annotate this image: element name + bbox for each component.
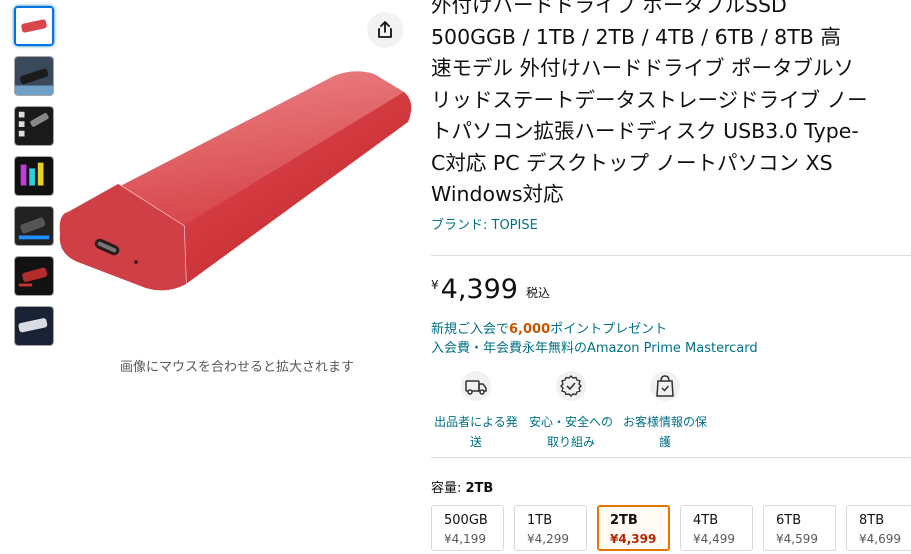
promo-suffix: ポイントプレゼント [550, 322, 668, 337]
lock-bag-icon [649, 370, 681, 402]
badge-label: 出品者による発 [434, 415, 518, 429]
currency-symbol: ¥ [431, 278, 439, 292]
share-button[interactable] [367, 12, 403, 48]
thumbnail-6[interactable] [14, 256, 54, 296]
title-line: リッドステートデータストレージドライブ ノー [431, 87, 868, 112]
thumbnail-2[interactable] [14, 56, 54, 96]
option-name: 8TB [859, 513, 885, 528]
title-line: 外付けハードドライブ ポータブルSSD [431, 0, 787, 17]
thumbnail-7[interactable] [14, 306, 54, 346]
share-icon [378, 21, 392, 38]
thumbnail-3[interactable] [14, 106, 54, 146]
title-line: 500GGB / 1TB / 2TB / 4TB / 6TB / 8TB 高 [431, 24, 841, 49]
capacity-label: 容量: 2TB [431, 477, 493, 496]
option-name: 2TB [610, 513, 638, 528]
badge-label: お客様情報の保 [622, 415, 707, 429]
option-price: ¥4,299 [527, 532, 569, 546]
capacity-option-500gb[interactable]: 500GB ¥4,199 [431, 505, 504, 551]
tax-label: 税込 [525, 286, 550, 300]
price-amount: 4,399 [440, 274, 518, 305]
title-line: 速モデル 外付けハードドライブ ポータブルソ [431, 56, 855, 80]
promo-prefix: 新規ご入会で [431, 322, 510, 337]
divider [431, 255, 911, 256]
title-line: トパソコン拡張ハードディスク USB3.0 Type- [431, 119, 859, 143]
capacity-option-4tb[interactable]: 4TB ¥4,499 [680, 505, 753, 551]
capacity-option-2tb[interactable]: 2TB ¥4,399 [597, 505, 670, 551]
capacity-label-text: 容量: [431, 481, 466, 496]
badge-label: 取り組み [546, 435, 595, 449]
main-product-image[interactable] [56, 62, 418, 302]
option-name: 1TB [527, 513, 553, 528]
badge-label: 護 [658, 435, 671, 449]
option-name: 4TB [693, 513, 719, 528]
option-price: ¥4,599 [776, 532, 818, 546]
promo-points: 6,000 [509, 322, 551, 337]
thumbnail-4[interactable] [14, 156, 54, 196]
badge-seller-ships[interactable]: 出品者による発送 [431, 370, 521, 452]
option-price: ¥4,499 [693, 532, 735, 546]
promo-line-2[interactable]: 入会費・年会費永年無料のAmazon Prime Mastercard [431, 339, 758, 358]
badge-label: 送 [469, 435, 482, 449]
capacity-option-8tb[interactable]: 8TB ¥4,699 [846, 505, 911, 551]
badge-privacy[interactable]: お客様情報の保護 [620, 370, 710, 452]
option-name: 6TB [776, 513, 802, 528]
shield-check-icon [555, 370, 587, 402]
price-block: ¥ 4,399 税込 [431, 270, 550, 310]
divider [431, 457, 911, 458]
promo-block[interactable]: 新規ご入会で6,000ポイントプレゼント 入会費・年会費永年無料のAmazon … [431, 320, 758, 358]
option-price: ¥4,699 [859, 532, 901, 546]
title-line: Windows対応 [431, 182, 564, 206]
option-price: ¥4,399 [610, 532, 657, 546]
capacity-option-6tb[interactable]: 6TB ¥4,599 [763, 505, 836, 551]
product-title: 外付けハードドライブ ポータブルSSD 500GGB / 1TB / 2TB /… [431, 0, 911, 211]
thumbnail-5[interactable] [14, 206, 54, 246]
badge-safety[interactable]: 安心・安全への 取り組み [526, 370, 616, 452]
capacity-option-1tb[interactable]: 1TB ¥4,299 [514, 505, 587, 551]
badge-label: 安心・安全への [528, 415, 613, 429]
truck-icon [460, 370, 492, 402]
capacity-selected-value: 2TB [465, 481, 494, 496]
option-price: ¥4,199 [444, 532, 486, 546]
option-name: 500GB [444, 513, 488, 528]
promo-line-1[interactable]: 新規ご入会で6,000ポイントプレゼント [431, 320, 758, 339]
title-line: C対応 PC デスクトップ ノートパソコン XS [431, 150, 833, 175]
brand-link[interactable]: ブランド: TOPISE [431, 214, 538, 233]
zoom-hint: 画像にマウスを合わせると拡大されます [119, 360, 354, 375]
thumbnail-1[interactable] [14, 6, 54, 46]
